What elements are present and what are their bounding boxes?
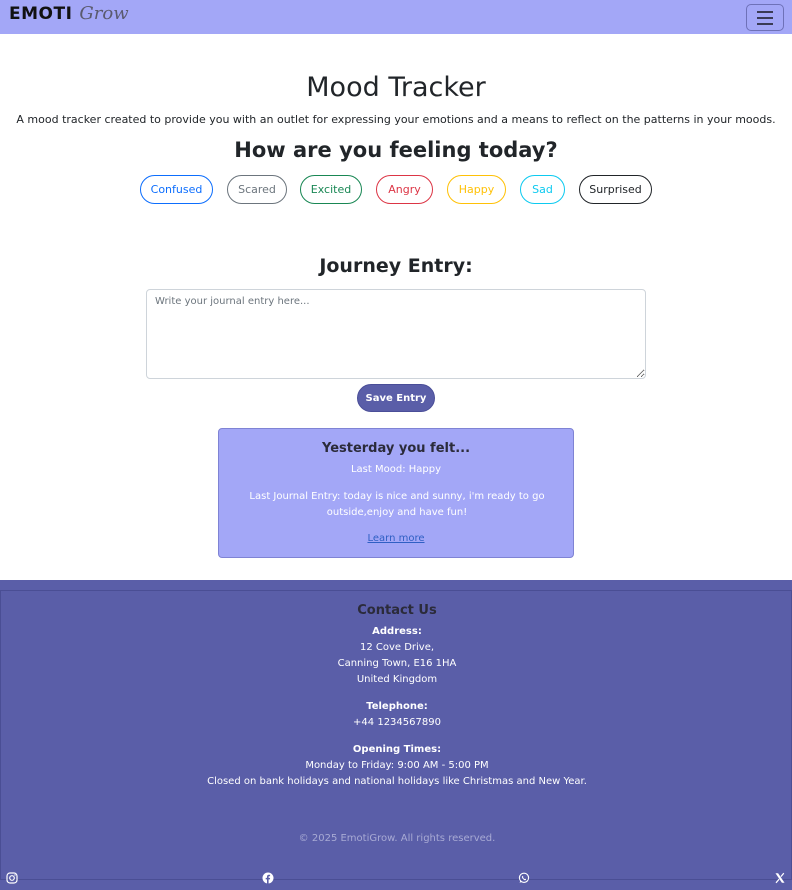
journal-entry-heading: Journey Entry: [319, 255, 473, 277]
opening-hours: Monday to Friday: 9:00 AM - 5:00 PM [305, 760, 489, 771]
brand-script-text: Grow [79, 3, 129, 24]
telephone-number: +44 1234567890 [353, 717, 441, 728]
yesterday-card: Yesterday you felt... Last Mood: Happy L… [218, 428, 574, 558]
whatsapp-icon[interactable] [517, 871, 531, 885]
mood-button-group: Confused Scared Excited Angry Happy Sad … [0, 175, 792, 205]
mood-button-happy[interactable]: Happy [447, 175, 506, 204]
hamburger-icon-line [757, 10, 773, 13]
mood-button-excited[interactable]: Excited [300, 175, 362, 204]
menu-toggle-button[interactable] [746, 4, 784, 31]
mood-button-sad[interactable]: Sad [520, 175, 565, 204]
x-icon[interactable] [773, 871, 787, 885]
hamburger-icon-line [757, 16, 773, 19]
address-line: United Kingdom [356, 674, 438, 685]
card-title: Yesterday you felt... [321, 441, 471, 456]
instagram-icon[interactable] [5, 871, 19, 885]
last-entry-text: Last Journal Entry: today is nice and su… [249, 491, 545, 518]
opening-times-label: Opening Times: [352, 744, 442, 755]
learn-more-link[interactable]: Learn more [219, 533, 573, 544]
mood-button-confused[interactable]: Confused [140, 175, 213, 204]
contact-title: Contact Us [357, 603, 437, 618]
holiday-notice: Closed on bank holidays and national hol… [207, 776, 587, 787]
address-label: Address: [372, 626, 422, 637]
page-subtitle: A mood tracker created to provide you wi… [16, 113, 776, 126]
facebook-icon[interactable] [261, 871, 275, 885]
navbar: EMOTI Grow [0, 0, 792, 34]
hamburger-icon-line [757, 22, 773, 25]
mood-button-angry[interactable]: Angry [376, 175, 433, 204]
page-title: Mood Tracker [306, 72, 486, 103]
brand-logo[interactable]: EMOTI Grow [9, 3, 129, 29]
telephone-label: Telephone: [366, 701, 428, 712]
journal-entry-input[interactable] [146, 289, 646, 379]
last-mood-text: Last Mood: Happy [350, 464, 442, 475]
footer-contact-box: Contact Us Address: 12 Cove Drive, Canni… [0, 590, 792, 884]
address-line: 12 Cove Drive, [359, 642, 435, 653]
mood-question: How are you feeling today? [234, 138, 558, 162]
address-line: Canning Town, E16 1HA [337, 658, 457, 669]
copyright-text: © 2025 EmotiGrow. All rights reserved. [298, 833, 496, 844]
footer: Contact Us Address: 12 Cove Drive, Canni… [0, 580, 792, 890]
mood-button-surprised[interactable]: Surprised [579, 175, 652, 204]
brand-main-text: EMOTI [9, 4, 73, 24]
mood-button-scared[interactable]: Scared [227, 175, 287, 204]
save-entry-button[interactable]: Save Entry [357, 384, 435, 412]
